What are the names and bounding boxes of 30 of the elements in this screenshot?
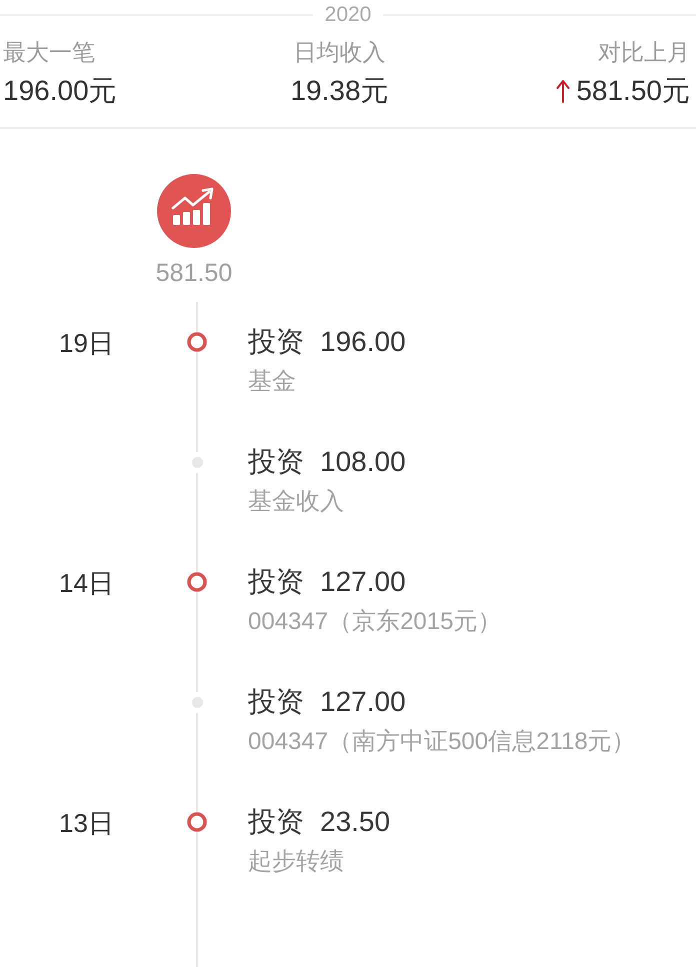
entry-amount: 108.00	[320, 446, 406, 478]
entry-amount: 196.00	[320, 326, 406, 358]
date-label: 14日	[59, 568, 114, 598]
stat-label: 最大一笔	[3, 38, 95, 67]
entry-note: 基金	[248, 368, 297, 396]
entry-amount: 127.00	[320, 566, 406, 598]
entry-note: 基金收入	[248, 488, 345, 516]
entry-category: 投资	[248, 446, 304, 478]
stat-value: 581.50元	[576, 74, 690, 108]
entry-note: 起步转绩	[248, 848, 345, 876]
entry-amount: 23.50	[320, 806, 390, 838]
year-label: 2020	[324, 3, 372, 27]
stat-label: 对比上月	[598, 38, 690, 67]
stat-value: 19.38元	[290, 74, 389, 108]
trend-chart-icon	[157, 174, 231, 248]
entry-category: 投资	[248, 686, 304, 718]
entry-category: 投资	[248, 566, 304, 598]
entry-note: 004347（京东2015元）	[248, 608, 502, 636]
summary-amount: 581.50	[156, 259, 232, 287]
stat-value: 196.00元	[3, 74, 117, 108]
timeline-ring-icon	[187, 572, 207, 592]
date-label: 13日	[59, 808, 114, 838]
date-label: 19日	[59, 328, 114, 358]
entry-note: 004347（南方中证500信息2118元）	[248, 728, 637, 756]
entry-category: 投资	[248, 326, 304, 358]
timeline-ring-icon	[187, 332, 207, 352]
timeline-ring-icon	[187, 812, 207, 832]
entry-category: 投资	[248, 806, 304, 838]
entry-amount: 127.00	[320, 686, 406, 718]
stat-label: 日均收入	[293, 38, 386, 67]
